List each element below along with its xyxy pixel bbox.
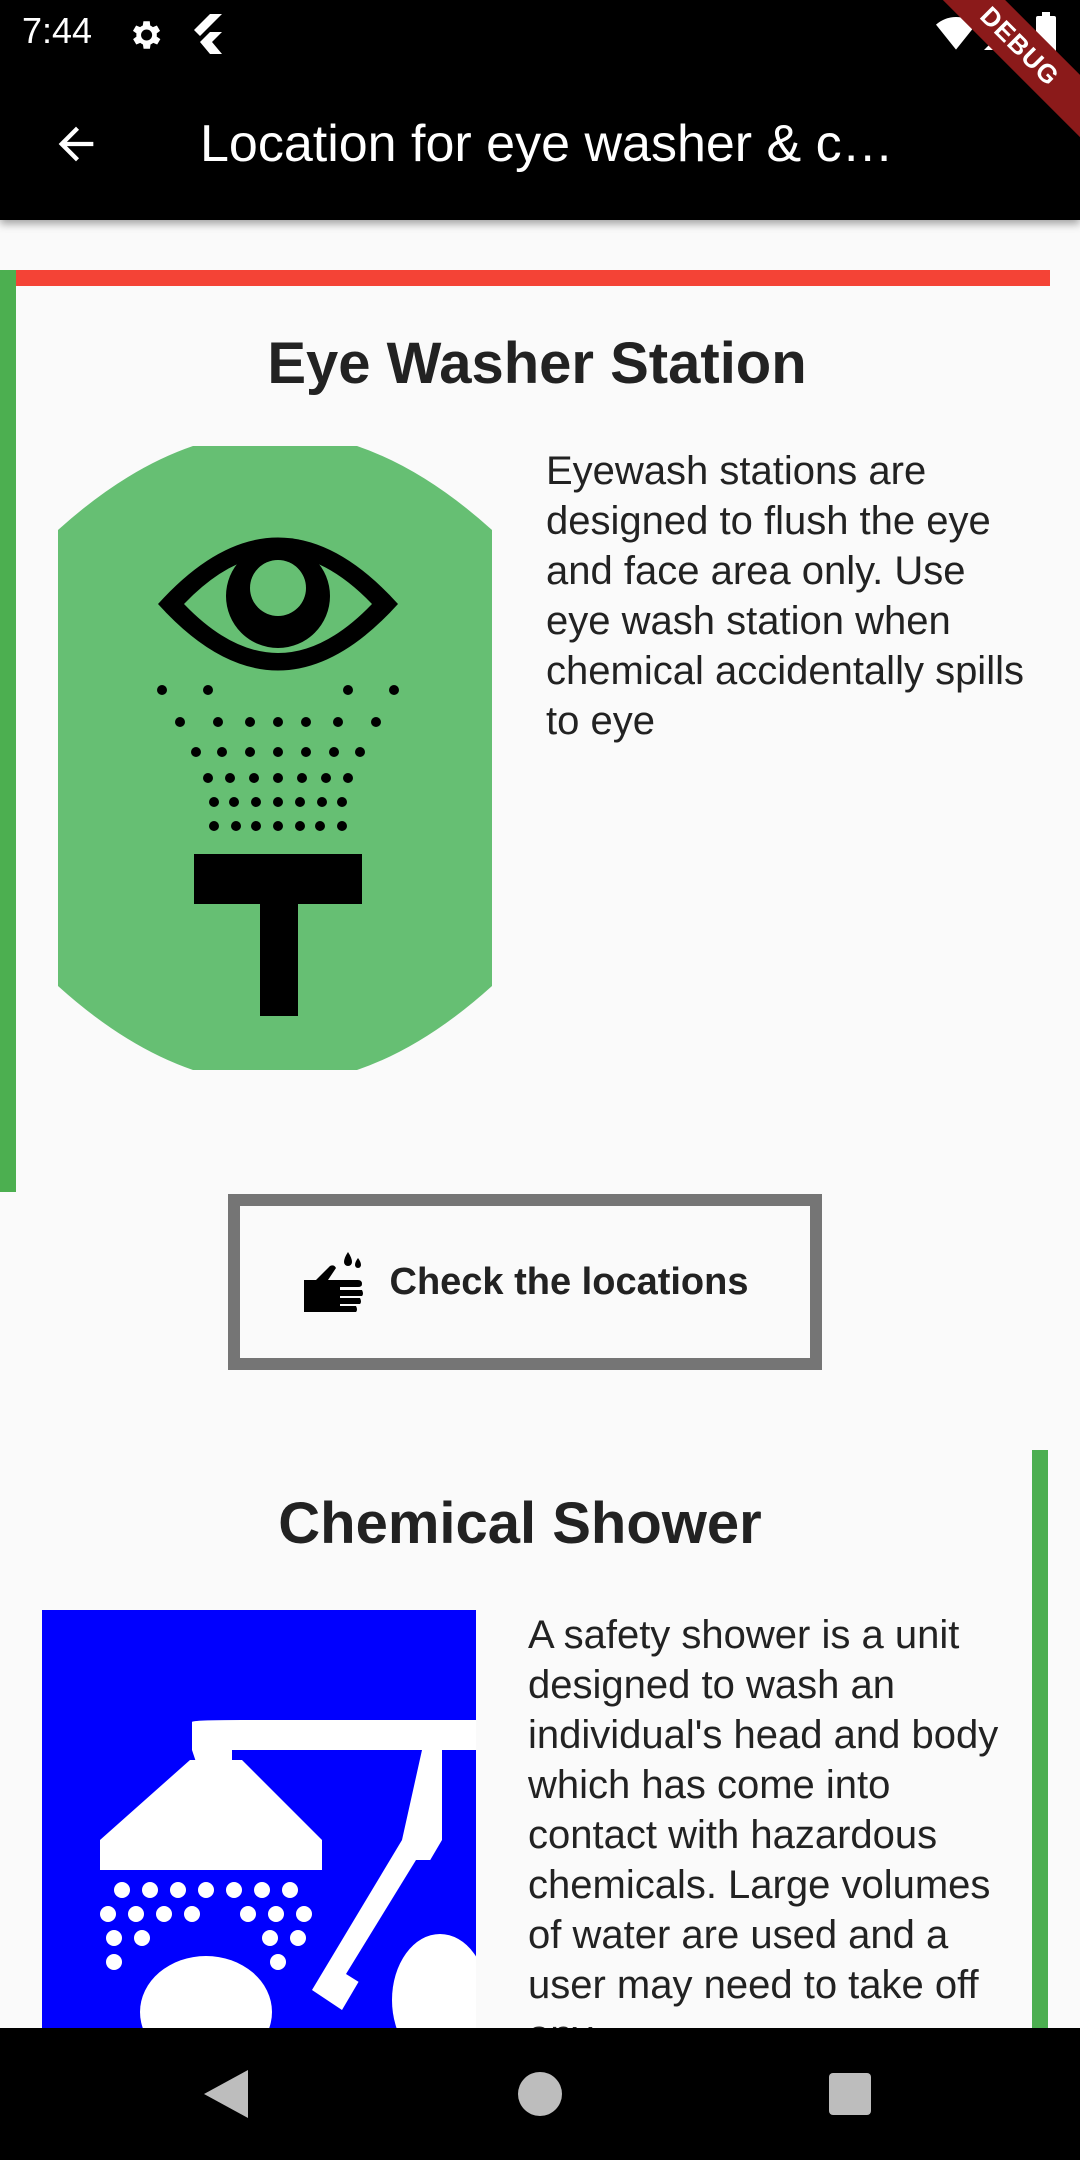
hand-wash-icon (303, 1252, 363, 1312)
flutter-icon (190, 14, 224, 59)
eye-washer-card: Eye Washer Station Eyewash stations are … (0, 270, 1050, 1192)
nav-recents-button[interactable] (820, 2064, 880, 2124)
status-time: 7:44 (22, 10, 93, 51)
gear-icon (126, 16, 164, 59)
chemical-shower-title: Chemical Shower (278, 1491, 762, 1556)
eye-wash-icon (58, 432, 492, 1084)
eye-washer-title: Eye Washer Station (267, 331, 807, 396)
page-title: Location for eye washer & chemical showe… (200, 115, 900, 173)
back-button[interactable] (44, 112, 108, 176)
chemical-shower-description: A safety shower is a unit designed to wa… (528, 1613, 999, 2028)
nav-home-button[interactable] (510, 2064, 570, 2124)
chemical-shower-card: Chemical Shower A safety shower is a uni… (0, 1450, 1050, 2028)
app-bar: Location for eye washer & chemical showe… (0, 68, 1080, 220)
back-triangle-icon (204, 2070, 248, 2118)
safety-shower-icon (42, 1610, 476, 2028)
eye-washer-description: Eyewash stations are designed to flush t… (546, 449, 1024, 743)
home-circle-icon (518, 2072, 562, 2116)
status-bar: 7:44 (0, 0, 1080, 68)
card-left-border (0, 270, 16, 1192)
system-nav-bar (0, 2028, 1080, 2160)
content-scroll-area[interactable]: Eye Washer Station Eyewash stations are … (0, 220, 1080, 2028)
nav-back-button[interactable] (196, 2064, 256, 2124)
card-top-border (0, 270, 1050, 286)
arrow-back-icon (58, 126, 94, 162)
recents-square-icon (829, 2073, 871, 2115)
check-locations-label: Check the locations (389, 1260, 749, 1303)
check-locations-button[interactable]: Check the locations (228, 1194, 822, 1370)
